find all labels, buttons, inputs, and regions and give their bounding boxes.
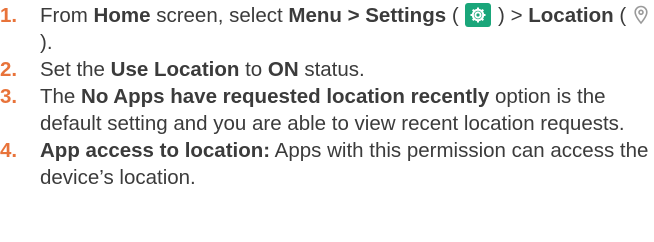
step-number: 2. bbox=[0, 58, 18, 81]
step-text: ). bbox=[40, 31, 53, 54]
gear-settings-icon bbox=[465, 3, 492, 27]
step-text: ( bbox=[613, 4, 632, 27]
step-text: ( bbox=[446, 4, 465, 27]
step-2: 2. Set the Use Location to ON status. bbox=[0, 56, 650, 83]
step-text: Set the bbox=[40, 58, 111, 81]
step-keyword: Menu > Settings bbox=[288, 4, 447, 27]
step-number: 3. bbox=[0, 85, 18, 108]
step-keyword: App access to location: bbox=[40, 139, 271, 162]
step-keyword: No Apps have requested location recently bbox=[81, 85, 490, 108]
instruction-steps: 1. From Home screen, select Menu > Settin… bbox=[0, 2, 650, 191]
step-keyword: Location bbox=[528, 4, 614, 27]
step-keyword: Home bbox=[93, 4, 151, 27]
step-text: to bbox=[239, 58, 268, 81]
step-number: 1. bbox=[0, 4, 18, 27]
step-keyword: ON bbox=[267, 58, 299, 81]
step-text: The bbox=[40, 85, 82, 108]
step-number: 4. bbox=[0, 139, 18, 162]
location-pin-icon bbox=[634, 5, 648, 25]
step-text: screen, select bbox=[150, 4, 289, 27]
step-text: ) > bbox=[492, 4, 529, 27]
step-text: From bbox=[40, 4, 94, 27]
step-3: 3. The No Apps have requested location re… bbox=[0, 83, 650, 137]
step-text: status. bbox=[298, 58, 365, 81]
step-4: 4. App access to location: Apps with this… bbox=[0, 137, 650, 191]
step-1: 1. From Home screen, select Menu > Settin… bbox=[0, 2, 650, 56]
step-keyword: Use Location bbox=[110, 58, 240, 81]
